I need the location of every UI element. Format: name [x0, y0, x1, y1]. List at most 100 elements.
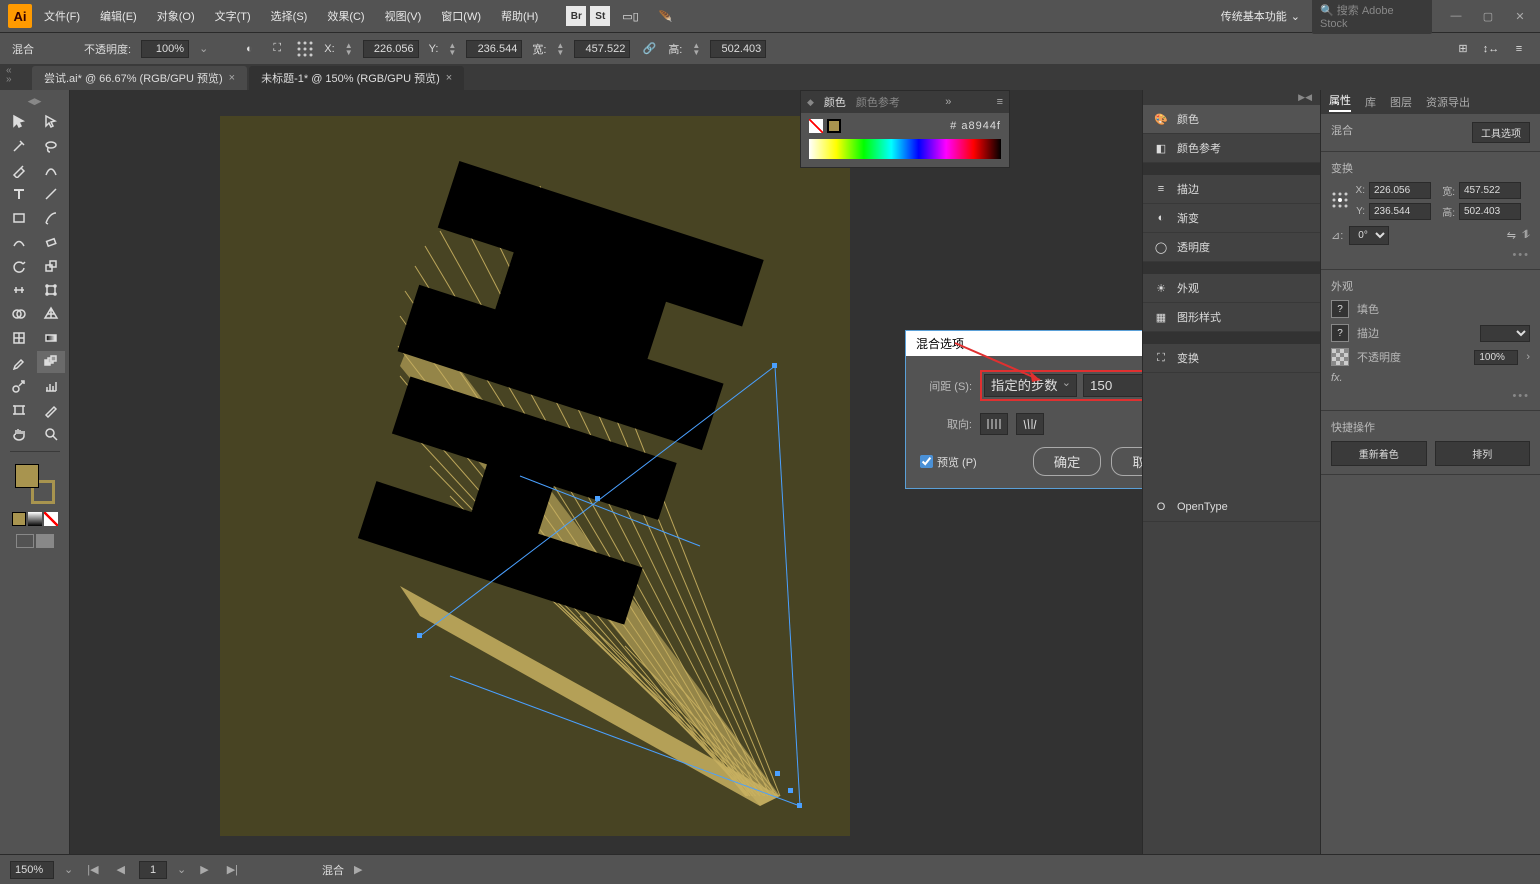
- document-tab[interactable]: 未标题-1* @ 150% (RGB/GPU 预览)×: [249, 66, 464, 90]
- stepper-icon[interactable]: ▲▼: [345, 42, 353, 56]
- tab-properties[interactable]: 属性: [1329, 92, 1351, 112]
- canvas[interactable]: ◆ 颜色 颜色参考 » ≡ # a8944f 混合选项 间距 (S): 指定的步…: [70, 90, 1142, 854]
- dock-item-graphic-styles[interactable]: ▦图形样式: [1143, 303, 1320, 332]
- selection-tool[interactable]: [5, 111, 33, 133]
- color-mode-icon[interactable]: [12, 512, 26, 526]
- perspective-tool[interactable]: [37, 303, 65, 325]
- bridge-icon[interactable]: Br: [566, 6, 586, 26]
- collapse-icon[interactable]: ◀▶: [28, 96, 42, 107]
- angle-select[interactable]: 0°: [1349, 226, 1389, 245]
- color-tab[interactable]: 颜色: [824, 94, 846, 110]
- eraser-tool[interactable]: [37, 231, 65, 253]
- dock-item-color[interactable]: 🎨颜色: [1143, 105, 1320, 134]
- artboard-number-input[interactable]: [139, 861, 167, 879]
- curvature-tool[interactable]: [37, 159, 65, 181]
- hand-tool[interactable]: [5, 423, 33, 445]
- search-adobe-stock[interactable]: 🔍 搜索 Adobe Stock: [1312, 0, 1432, 34]
- menu-help[interactable]: 帮助(H): [493, 4, 546, 28]
- direct-selection-tool[interactable]: [37, 111, 65, 133]
- document-tab[interactable]: 尝试.ai* @ 66.67% (RGB/GPU 预览)×: [32, 66, 247, 90]
- dock-item-transform[interactable]: ⛶变换: [1143, 344, 1320, 373]
- opacity-input[interactable]: [1474, 350, 1518, 365]
- chevron-down-icon[interactable]: ⌄: [199, 42, 208, 55]
- menu-effect[interactable]: 效果(C): [319, 4, 372, 28]
- x-input[interactable]: [363, 40, 419, 58]
- menu-view[interactable]: 视图(V): [377, 4, 430, 28]
- next-artboard-button[interactable]: ▶: [196, 863, 212, 876]
- y-input[interactable]: [1369, 203, 1431, 220]
- menu-select[interactable]: 选择(S): [263, 4, 316, 28]
- zoom-tool[interactable]: [37, 423, 65, 445]
- magic-wand-tool[interactable]: [5, 135, 33, 157]
- prev-artboard-button[interactable]: ◀: [113, 863, 129, 876]
- normal-screen-icon[interactable]: [16, 534, 34, 548]
- h-input[interactable]: [710, 40, 766, 58]
- opacity-input[interactable]: [141, 40, 189, 58]
- window-minimize[interactable]: —: [1444, 10, 1468, 23]
- fill-swatch[interactable]: ?: [1331, 300, 1349, 318]
- width-tool[interactable]: [5, 279, 33, 301]
- ref-point-icon[interactable]: [296, 40, 314, 58]
- close-tab-icon[interactable]: ×: [229, 72, 235, 84]
- mesh-tool[interactable]: [5, 327, 33, 349]
- shape-builder-tool[interactable]: [5, 303, 33, 325]
- color-spectrum[interactable]: [809, 139, 1001, 159]
- ok-button[interactable]: 确定: [1033, 447, 1102, 476]
- chevron-down-icon[interactable]: ⌄: [177, 863, 186, 876]
- workspace-switcher[interactable]: 传统基本功能 ⌄: [1213, 4, 1308, 28]
- collapse-icon[interactable]: «»: [6, 66, 12, 84]
- lasso-tool[interactable]: [37, 135, 65, 157]
- menu-file[interactable]: 文件(F): [36, 4, 88, 28]
- ref-point-picker[interactable]: [1331, 191, 1347, 212]
- arrange-button[interactable]: 排列: [1435, 441, 1531, 466]
- dock-item-opentype[interactable]: OOpenType: [1143, 493, 1320, 522]
- none-mode-icon[interactable]: [44, 512, 58, 526]
- rectangle-tool[interactable]: [5, 207, 33, 229]
- dock-item-appearance[interactable]: ☀外观: [1143, 274, 1320, 303]
- tab-libraries[interactable]: 库: [1365, 94, 1376, 110]
- tab-layers[interactable]: 图层: [1390, 94, 1412, 110]
- dock-item-transparency[interactable]: ◯透明度: [1143, 233, 1320, 262]
- fill-swatch[interactable]: [15, 464, 39, 488]
- scale-tool[interactable]: [37, 255, 65, 277]
- gpu-icon[interactable]: 🪶: [651, 6, 681, 27]
- stroke-weight-select[interactable]: [1480, 325, 1530, 342]
- pen-tool[interactable]: [5, 159, 33, 181]
- collapse-icon[interactable]: ▶◀: [1143, 90, 1320, 105]
- dock-item-stroke[interactable]: ≡描边: [1143, 175, 1320, 204]
- flip-v-icon[interactable]: ⥮: [1522, 229, 1530, 242]
- close-tab-icon[interactable]: ×: [446, 72, 452, 84]
- recolor-icon[interactable]: ◐: [240, 40, 258, 58]
- menu-object[interactable]: 对象(O): [149, 4, 203, 28]
- panel-collapse-icon[interactable]: »: [945, 96, 951, 108]
- dialog-title[interactable]: 混合选项: [906, 331, 1142, 356]
- slice-tool[interactable]: [37, 399, 65, 421]
- h-input[interactable]: [1459, 203, 1521, 220]
- stepper-icon[interactable]: ▲▼: [692, 42, 700, 56]
- align-icon[interactable]: ⊞: [1454, 40, 1472, 58]
- zoom-input[interactable]: [10, 861, 54, 879]
- brush-tool[interactable]: [37, 207, 65, 229]
- arrange-docs-icon[interactable]: ▭▯: [614, 6, 646, 27]
- artboard-tool[interactable]: [5, 399, 33, 421]
- dock-item-gradient[interactable]: ◐渐变: [1143, 204, 1320, 233]
- first-artboard-button[interactable]: |◀: [83, 863, 102, 876]
- spacing-value-input[interactable]: [1083, 374, 1142, 397]
- orient-align-path-button[interactable]: [1016, 413, 1044, 435]
- transform-icon[interactable]: ↕↔: [1482, 40, 1500, 58]
- tool-options-button[interactable]: 工具选项: [1472, 122, 1530, 143]
- rotate-tool[interactable]: [5, 255, 33, 277]
- panel-menu-icon[interactable]: ≡: [1510, 40, 1528, 58]
- fill-stroke-swatches[interactable]: [15, 464, 55, 504]
- free-transform-tool[interactable]: [37, 279, 65, 301]
- more-options-icon[interactable]: •••: [1331, 390, 1530, 402]
- chevron-right-icon[interactable]: ›: [1526, 351, 1530, 363]
- type-tool[interactable]: [5, 183, 33, 205]
- orient-align-page-button[interactable]: [980, 413, 1008, 435]
- y-input[interactable]: [466, 40, 522, 58]
- hex-value[interactable]: # a8944f: [950, 120, 1001, 132]
- w-input[interactable]: [1459, 182, 1521, 199]
- stepper-icon[interactable]: ▲▼: [448, 42, 456, 56]
- color-guide-tab[interactable]: 颜色参考: [856, 94, 900, 110]
- panel-menu-icon[interactable]: ≡: [997, 96, 1003, 108]
